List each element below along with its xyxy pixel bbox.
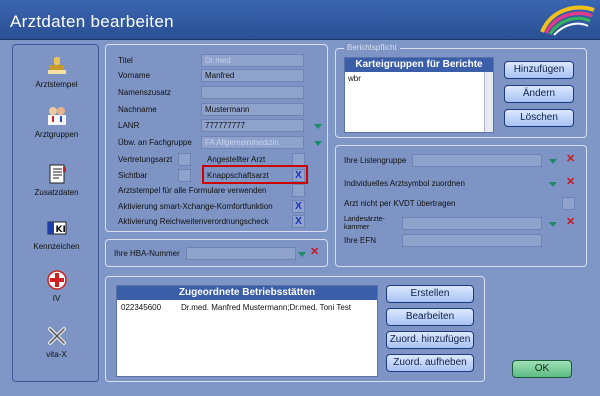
vertretungsarzt-label: Vertretungsarzt: [118, 155, 173, 164]
lanr-field[interactable]: 777777777: [201, 119, 304, 132]
sidebar-item-label: Arztgruppen: [34, 130, 79, 139]
angestellter-label: Angestellter Arzt: [207, 155, 266, 164]
notebook-icon: [49, 164, 66, 184]
sichtbar-checkbox[interactable]: [178, 169, 191, 182]
clear-icon[interactable]: ✕: [566, 177, 575, 188]
betriebsstaetten-header: Zugeordnete Betriebsstätten: [117, 286, 377, 300]
karteigruppen-header: Karteigruppen für Berichte: [345, 58, 493, 72]
app-logo-icon: [540, 5, 595, 36]
kammer-label-line1: Landesärzte-: [344, 216, 385, 223]
ok-button[interactable]: OK: [512, 360, 572, 378]
berichtspflicht-legend: Berichtspflicht: [344, 43, 400, 52]
sidebar-item-zusatzdaten[interactable]: Zusatzdaten: [13, 163, 100, 197]
nachname-field[interactable]: Mustermann: [201, 103, 304, 116]
betriebsstaetten-panel: Zugeordnete Betriebsstätten 022345600 Dr…: [105, 276, 485, 382]
titel-label: Titel: [118, 56, 133, 65]
table-row-names: Dr.med. Manfred Mustermann;Dr.med. Toni …: [181, 303, 351, 312]
erstellen-button[interactable]: Erstellen: [386, 285, 474, 303]
chevron-down-icon[interactable]: [298, 252, 306, 257]
lanr-label: LANR: [118, 121, 140, 130]
zuord-hinzufuegen-button[interactable]: Zuord. hinzufügen: [386, 331, 474, 349]
hba-field[interactable]: [186, 247, 296, 260]
sichtbar-label: Sichtbar: [118, 171, 148, 180]
options-panel: Ihre Listengruppe ✕ Individuelles Arztsy…: [335, 145, 587, 267]
vorname-field[interactable]: Manfred: [201, 69, 304, 82]
loeschen-button[interactable]: Löschen: [504, 109, 574, 127]
svg-text:KI: KI: [55, 225, 65, 235]
berichtspflicht-panel: Berichtspflicht Karteigruppen für Berich…: [335, 43, 587, 138]
efn-label: Ihre EFN: [344, 236, 377, 245]
betrieb-id: 022345600: [121, 303, 162, 312]
vorname-label: Vorname: [118, 71, 151, 80]
fachgruppe-label: Übw. an Fachgruppe: [118, 138, 192, 147]
namenszusatz-field[interactable]: [201, 86, 304, 99]
vertretungsarzt-checkbox[interactable]: [178, 153, 191, 166]
betriebsstaetten-list[interactable]: Zugeordnete Betriebsstätten 022345600 Dr…: [116, 285, 378, 377]
smartx-checkbox[interactable]: X: [292, 200, 305, 213]
listengruppe-label: Ihre Listengruppe: [344, 156, 407, 165]
table-row[interactable]: 022345600: [121, 303, 161, 312]
efn-field[interactable]: [402, 234, 542, 247]
hinzufuegen-button[interactable]: Hinzufügen: [504, 61, 574, 79]
bearbeiten-button[interactable]: Bearbeiten: [386, 308, 474, 326]
sidebar-item-label: Kennzeichen: [33, 242, 80, 251]
namenszusatz-label: Namenszusatz: [118, 88, 171, 97]
reichweite-label: Aktivierung Reichweitenverordnungscheck: [118, 217, 269, 226]
clear-icon[interactable]: ✕: [566, 154, 575, 165]
kvdt-checkbox[interactable]: [562, 197, 575, 210]
sidebar-item-arztgruppen[interactable]: Arztgruppen: [13, 105, 100, 139]
chevron-down-icon[interactable]: [314, 124, 322, 129]
doctor-form-panel: Titel Dr.med Vorname Manfred Namenszusat…: [105, 44, 328, 232]
sidebar-item-vita-x[interactable]: vita-X: [13, 325, 100, 359]
aendern-button[interactable]: Ändern: [504, 85, 574, 103]
chevron-down-icon[interactable]: [549, 222, 557, 227]
chevron-down-icon[interactable]: [314, 141, 322, 146]
kammer-label-line2: kammer: [344, 224, 370, 231]
arztsymbol-label: Individuelles Arztsymbol zuordnen: [344, 179, 465, 188]
stamp-icon: [47, 57, 66, 74]
medical-cross-icon: [46, 270, 67, 290]
clear-icon[interactable]: ✕: [566, 217, 575, 228]
sidebar-item-label: vita-X: [46, 350, 67, 359]
doctors-icon: [47, 107, 66, 125]
sidebar-item-label: Arztstempel: [35, 80, 78, 89]
scrollbar[interactable]: [484, 72, 493, 132]
window-title: Arztdaten bearbeiten: [10, 12, 174, 31]
chevron-down-icon[interactable]: [549, 159, 557, 164]
list-item[interactable]: wbr: [348, 74, 361, 83]
arztstempel-all-checkbox[interactable]: [292, 184, 305, 197]
fachgruppe-field[interactable]: FA Allgemeinmedizin: [201, 136, 304, 149]
titel-field[interactable]: Dr.med: [201, 54, 304, 67]
dialog-window: Arztdaten bearbeiten Arztstempel Arztgru…: [0, 0, 600, 396]
ki-badge-icon: KI: [47, 221, 66, 235]
arztstempel-all-label: Arztstempel für alle Formulare verwenden: [118, 186, 267, 195]
sidebar-item-label: IV: [52, 294, 61, 303]
zuord-aufheben-button[interactable]: Zuord. aufheben: [386, 354, 474, 372]
chevron-down-icon[interactable]: [549, 182, 557, 187]
highlight-box: [202, 165, 308, 184]
title-bar: Arztdaten bearbeiten: [0, 0, 600, 40]
sidebar-item-arztstempel[interactable]: Arztstempel: [13, 55, 100, 89]
hba-panel: Ihre HBA-Nummer ✕: [105, 239, 328, 267]
vitax-icon: [47, 327, 66, 345]
listengruppe-field[interactable]: [412, 154, 542, 167]
reichweite-checkbox[interactable]: X: [292, 215, 305, 228]
sidebar-item-label: Zusatzdaten: [34, 188, 79, 197]
kammer-field[interactable]: [402, 217, 542, 230]
sidebar-item-kennzeichen[interactable]: KI Kennzeichen: [13, 217, 100, 251]
kvdt-label: Arzt nicht per KVDT übertragen: [344, 199, 456, 208]
clear-icon[interactable]: ✕: [310, 247, 319, 258]
hba-label: Ihre HBA-Nummer: [114, 249, 180, 258]
sidebar-item-iv[interactable]: IV: [13, 269, 100, 303]
smartx-label: Aktivierung smart-Xchange-Komfortfunktio…: [118, 202, 273, 211]
sidebar: Arztstempel Arztgruppen Zusatzdaten KI K…: [12, 44, 99, 382]
karteigruppen-list[interactable]: Karteigruppen für Berichte wbr: [344, 57, 494, 133]
nachname-label: Nachname: [118, 105, 157, 114]
